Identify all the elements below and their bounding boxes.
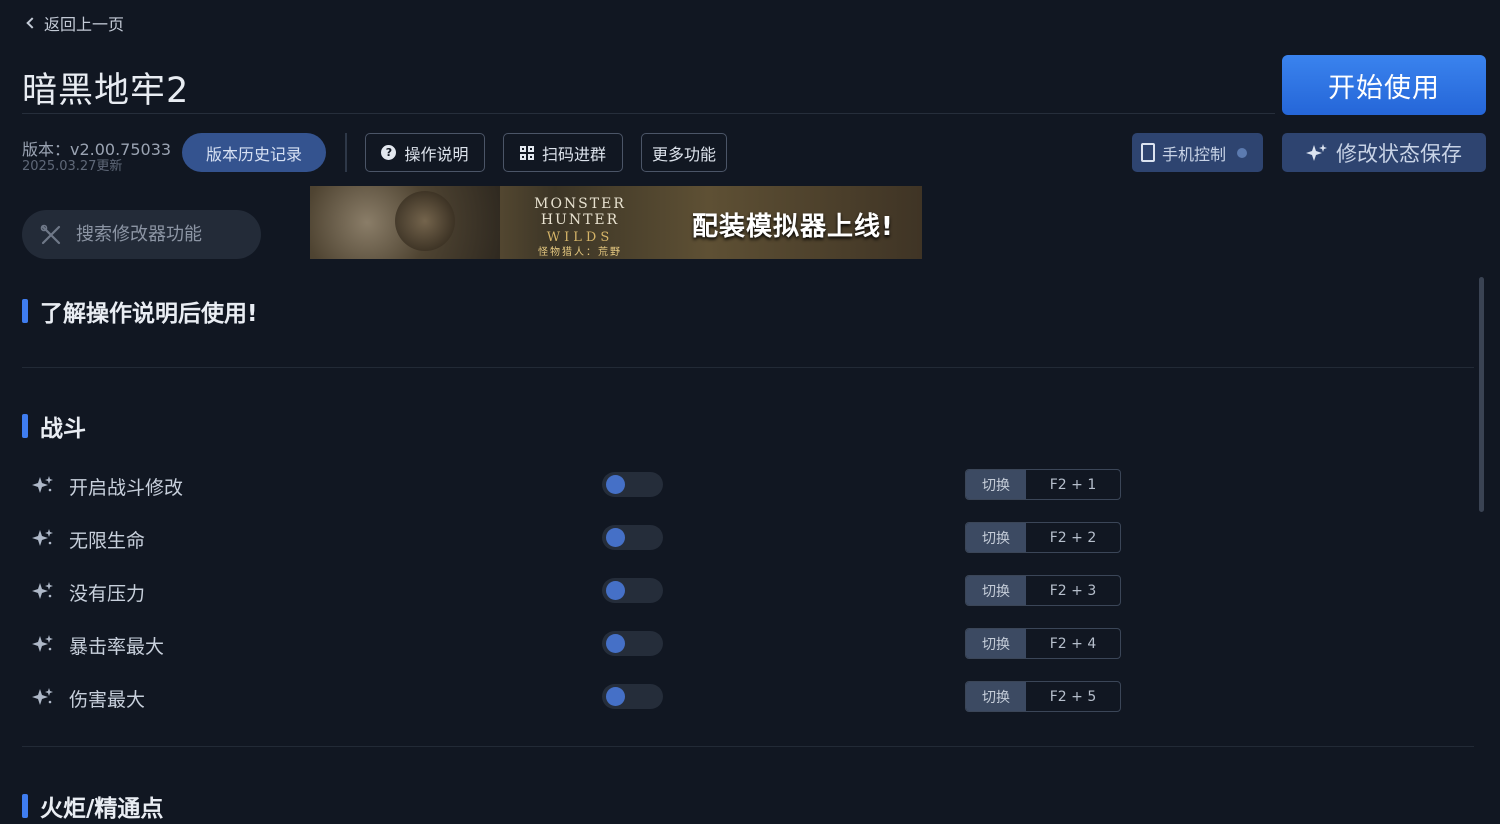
feature-toggle[interactable] <box>602 684 663 709</box>
status-dot-icon <box>1237 147 1248 158</box>
sparkle-icon <box>1306 143 1327 161</box>
section-title: 战斗 <box>40 416 86 442</box>
feature-row: 无限生命 切换 F2 + 2 <box>22 520 1142 556</box>
feature-toggle[interactable] <box>602 525 663 550</box>
toggle-knob <box>606 528 625 547</box>
hotkey-group[interactable]: 切换 F2 + 4 <box>965 628 1121 659</box>
switch-mode-label[interactable]: 切换 <box>966 523 1026 552</box>
more-features-button[interactable]: 更多功能 <box>641 133 727 172</box>
phone-icon <box>1141 143 1155 162</box>
feature-label: 没有压力 <box>69 583 146 605</box>
save-label: 修改状态保存 <box>1336 141 1462 166</box>
section-title: 了解操作说明后使用! <box>40 301 258 327</box>
toggle-knob <box>606 581 625 600</box>
banner-character-art <box>395 191 455 251</box>
page-title: 暗黑地牢2 <box>22 71 190 111</box>
toggle-knob <box>606 687 625 706</box>
banner-headline: 配装模拟器上线! <box>692 212 894 242</box>
sparkle-icon <box>32 635 53 652</box>
feature-label: 暴击率最大 <box>69 636 165 658</box>
qr-label: 扫码进群 <box>541 144 606 164</box>
title-divider <box>22 113 1275 114</box>
feature-toggle[interactable] <box>602 631 663 656</box>
chevron-left-icon <box>26 17 38 29</box>
switch-mode-label[interactable]: 切换 <box>966 682 1026 711</box>
feature-toggle[interactable] <box>602 578 663 603</box>
hotkey-group[interactable]: 切换 F2 + 5 <box>965 681 1121 712</box>
help-button[interactable]: ? 操作说明 <box>365 133 485 172</box>
tools-icon <box>40 224 61 244</box>
hotkey-value[interactable]: F2 + 4 <box>1026 629 1120 658</box>
phone-label: 手机控制 <box>1162 144 1227 164</box>
hotkey-value[interactable]: F2 + 3 <box>1026 576 1120 605</box>
promo-banner[interactable]: MONSTER HUNTER WILDS 怪物猎人：荒野 配装模拟器上线! <box>310 186 922 259</box>
version-history-button[interactable]: 版本历史记录 <box>182 133 326 172</box>
section-marker <box>22 414 28 438</box>
feature-row: 开启战斗修改 切换 F2 + 1 <box>22 467 1142 503</box>
sparkle-icon <box>32 476 53 493</box>
hotkey-group[interactable]: 切换 F2 + 2 <box>965 522 1121 553</box>
start-button[interactable]: 开始使用 <box>1282 55 1486 115</box>
toggle-knob <box>606 475 625 494</box>
toggle-knob <box>606 634 625 653</box>
feature-row: 伤害最大 切换 F2 + 5 <box>22 679 1142 715</box>
switch-mode-label[interactable]: 切换 <box>966 629 1026 658</box>
switch-mode-label[interactable]: 切换 <box>966 470 1026 499</box>
section-marker <box>22 299 28 323</box>
sparkle-icon <box>32 529 53 546</box>
sparkle-icon <box>32 582 53 599</box>
section-divider <box>22 367 1474 368</box>
scrollbar-thumb[interactable] <box>1479 277 1484 512</box>
hotkey-value[interactable]: F2 + 2 <box>1026 523 1120 552</box>
back-label: 返回上一页 <box>44 15 125 34</box>
switch-mode-label[interactable]: 切换 <box>966 576 1026 605</box>
search-input[interactable] <box>76 224 246 245</box>
section-torch: 火炬/精通点 <box>22 789 163 823</box>
back-link[interactable]: 返回上一页 <box>26 11 125 35</box>
save-state-button[interactable]: 修改状态保存 <box>1282 133 1486 172</box>
hotkey-value[interactable]: F2 + 5 <box>1026 682 1120 711</box>
feature-label: 开启战斗修改 <box>69 477 184 499</box>
qr-code-icon <box>519 145 534 160</box>
hotkey-group[interactable]: 切换 F2 + 3 <box>965 575 1121 606</box>
feature-row: 没有压力 切换 F2 + 3 <box>22 573 1142 609</box>
question-icon: ? <box>381 145 397 160</box>
phone-control-button[interactable]: 手机控制 <box>1132 133 1263 172</box>
toolbar-divider <box>345 133 347 172</box>
section-marker <box>22 794 28 818</box>
section-notice: 了解操作说明后使用! <box>22 294 258 328</box>
qr-group-button[interactable]: 扫码进群 <box>503 133 623 172</box>
section-battle: 战斗 <box>22 409 86 443</box>
version-date: 2025.03.27更新 <box>22 159 123 174</box>
section-title: 火炬/精通点 <box>40 796 164 822</box>
feature-label: 伤害最大 <box>69 689 146 711</box>
help-label: 操作说明 <box>404 144 469 164</box>
feature-label: 无限生命 <box>69 530 146 552</box>
hotkey-group[interactable]: 切换 F2 + 1 <box>965 469 1121 500</box>
feature-toggle[interactable] <box>602 472 663 497</box>
hotkey-value[interactable]: F2 + 1 <box>1026 470 1120 499</box>
game-logo: MONSTER HUNTER WILDS 怪物猎人：荒野 <box>534 196 626 258</box>
sparkle-icon <box>32 688 53 705</box>
feature-row: 暴击率最大 切换 F2 + 4 <box>22 626 1142 662</box>
search-box[interactable] <box>22 210 261 259</box>
section-divider <box>22 746 1474 747</box>
